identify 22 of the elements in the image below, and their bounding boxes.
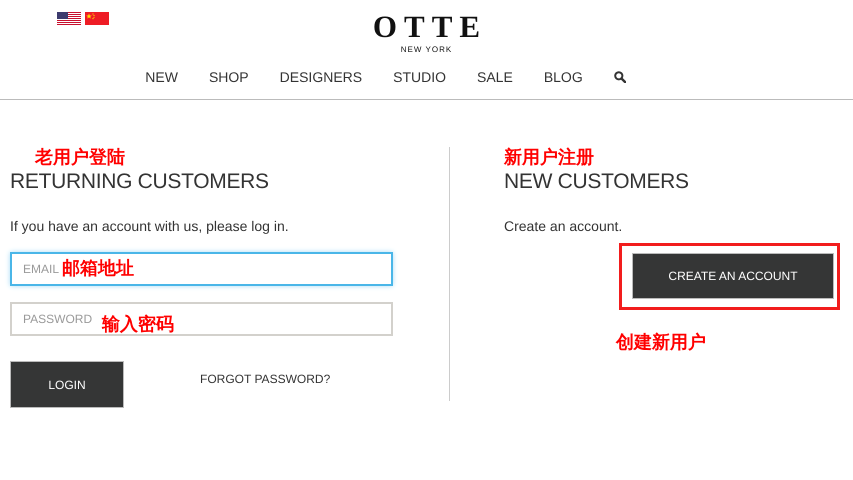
nav-link[interactable]: SALE xyxy=(477,69,513,85)
annotation: 新用户注册 xyxy=(504,147,595,169)
annotation: 老用户登陆 xyxy=(35,147,126,169)
section-title: NEW CUSTOMERS xyxy=(504,169,690,195)
forgot-password-link[interactable]: FORGOT PASSWORD? xyxy=(200,372,330,386)
login-button[interactable]: LOGIN xyxy=(10,361,124,408)
create-account-button[interactable]: CREATE AN ACCOUNT xyxy=(632,253,834,299)
logo-tagline: NEW YORK xyxy=(400,45,452,54)
nav-link[interactable]: BLOG xyxy=(544,69,583,85)
us-flag-icon[interactable] xyxy=(57,12,81,25)
annotation: 输入密码 xyxy=(102,314,174,336)
nav-link[interactable]: STUDIO xyxy=(393,69,446,85)
logo[interactable]: OTTE xyxy=(366,11,488,43)
nav-link[interactable]: SHOP xyxy=(208,69,249,85)
nav-link[interactable]: NEW xyxy=(145,69,178,85)
annotation: 邮箱地址 xyxy=(62,258,134,280)
intro-text: Create an account. xyxy=(504,217,624,235)
nav-link[interactable]: DESIGNERS xyxy=(280,69,362,85)
section-title: RETURNING CUSTOMERS xyxy=(10,169,270,195)
search-icon[interactable] xyxy=(614,71,626,83)
intro-text: If you have an account with us, please log in. xyxy=(10,217,290,235)
annotation: 创建新用户 xyxy=(616,332,707,354)
